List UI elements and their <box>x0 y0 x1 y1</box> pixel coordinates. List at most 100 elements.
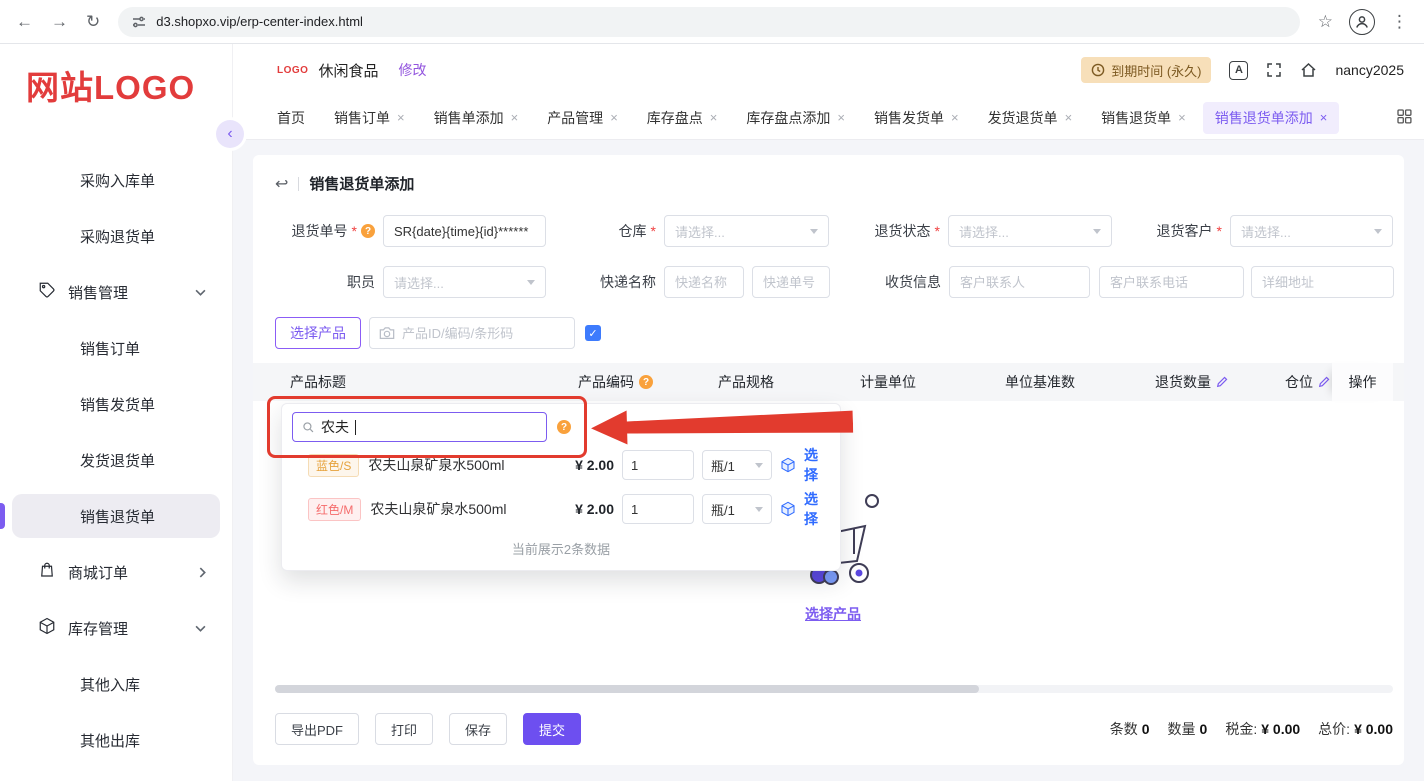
active-menu-indicator <box>0 503 5 529</box>
address-input[interactable] <box>1251 266 1394 298</box>
return-status-select[interactable]: 请选择... <box>948 215 1112 247</box>
return-no-input[interactable] <box>383 215 546 247</box>
sidebar-item-delivery-return-order[interactable]: 发货退货单 <box>0 432 232 488</box>
field-return-no: 退货单号 *? <box>275 215 546 247</box>
tab-inventory-check-add[interactable]: 库存盘点添加 × <box>734 102 857 134</box>
export-pdf-button[interactable]: 导出PDF <box>275 713 360 745</box>
express-name-input[interactable] <box>664 266 744 298</box>
tab-sales-return-order[interactable]: 销售退货单 × <box>1089 102 1198 134</box>
close-icon[interactable]: × <box>1178 111 1186 124</box>
modify-link[interactable]: 修改 <box>398 60 426 80</box>
edit-icon[interactable] <box>1318 376 1330 388</box>
sidebar-item-sales-management[interactable]: 销售管理 <box>0 264 232 320</box>
translate-icon[interactable]: A <box>1229 60 1249 80</box>
browser-menu-icon[interactable]: ⋮ <box>1391 13 1408 30</box>
home-icon[interactable] <box>1300 62 1317 78</box>
chevron-down-icon <box>527 279 535 285</box>
sidebar-item-other-inbound[interactable]: 其他入库 <box>0 656 232 712</box>
bookmark-star-icon[interactable]: ☆ <box>1318 13 1333 30</box>
tab-label: 销售退货单 <box>1101 109 1172 126</box>
help-icon[interactable]: ? <box>557 420 571 434</box>
tab-sales-return-add[interactable]: 销售退货单添加 × <box>1202 101 1340 134</box>
column-product-title: 产品标题 <box>290 374 346 390</box>
product-search-box[interactable] <box>369 317 575 349</box>
tab-sales-order-add[interactable]: 销售单添加 × <box>422 102 531 134</box>
layout-grid-icon[interactable] <box>1397 109 1412 127</box>
sidebar-item-purchase-inbound-order[interactable]: 采购入库单 <box>0 152 232 208</box>
unit-select[interactable]: 瓶/1 <box>702 450 772 480</box>
dropdown-search-input[interactable]: 农夫 <box>292 412 547 442</box>
field-staff: 职员 请选择... <box>275 266 546 298</box>
sidebar-menu: 采购入库单 采购退货单 销售管理 销售订单 销售发货单 发货退货单 销售退货单 … <box>0 152 232 768</box>
close-icon[interactable]: × <box>837 111 845 124</box>
sidebar-item-inventory-management[interactable]: 库存管理 <box>0 600 232 656</box>
return-customer-select[interactable]: 请选择... <box>1230 215 1393 247</box>
tab-label: 产品管理 <box>547 109 604 126</box>
back-arrow-icon[interactable]: ↩ <box>275 174 288 194</box>
tab-home[interactable]: 首页 <box>265 102 317 134</box>
close-icon[interactable]: × <box>1320 111 1328 124</box>
select-product-button[interactable]: 选择产品 <box>275 317 361 349</box>
refresh-icon[interactable]: ↻ <box>86 13 100 30</box>
product-search-input[interactable] <box>402 325 565 341</box>
username[interactable]: nancy2025 <box>1335 62 1404 78</box>
customer-phone-input[interactable] <box>1099 266 1244 298</box>
app-header: LOGO 休闲食品 修改 到期时间 (永久) A nancy2025 <box>233 44 1424 96</box>
fullscreen-icon[interactable] <box>1266 62 1282 78</box>
site-settings-icon[interactable] <box>132 15 146 29</box>
card-footer: 导出PDF 打印 保存 提交 条数 0 数量 0 税金: ¥ 0.00 总价: ¥ 0.… <box>275 713 1393 745</box>
box-icon <box>38 617 56 639</box>
horizontal-scrollbar[interactable] <box>275 685 1393 693</box>
product-toolbar: 选择产品 ✓ <box>253 317 1404 349</box>
submit-button[interactable]: 提交 <box>523 713 582 745</box>
quantity-input[interactable] <box>622 494 694 524</box>
tab-product-management[interactable]: 产品管理 × <box>535 102 630 134</box>
close-icon[interactable]: × <box>511 111 519 124</box>
close-icon[interactable]: × <box>610 111 618 124</box>
shop-logo-icon: LOGO <box>277 64 309 76</box>
tab-sales-delivery-order[interactable]: 销售发货单 × <box>862 102 971 134</box>
quantity-input[interactable] <box>622 450 694 480</box>
close-icon[interactable]: × <box>397 111 405 124</box>
customer-contact-input[interactable] <box>949 266 1090 298</box>
tab-inventory-check[interactable]: 库存盘点 × <box>635 102 730 134</box>
checkbox-checked-icon[interactable]: ✓ <box>585 325 601 341</box>
select-link[interactable]: 选择 <box>804 445 830 485</box>
chevron-down-icon <box>1374 228 1382 234</box>
scrollbar-thumb[interactable] <box>275 685 980 693</box>
back-icon[interactable]: ← <box>16 13 33 30</box>
print-button[interactable]: 打印 <box>375 713 434 745</box>
select-link[interactable]: 选择 <box>804 489 830 529</box>
sidebar-collapse-button[interactable]: ‹ <box>216 120 244 148</box>
forward-icon[interactable]: → <box>51 13 68 30</box>
staff-select[interactable]: 请选择... <box>383 266 546 298</box>
sidebar-item-label: 商城订单 <box>68 564 129 582</box>
empty-select-product-link[interactable]: 选择产品 <box>768 604 898 624</box>
field-receiving: 收货信息 <box>830 266 1394 298</box>
close-icon[interactable]: × <box>1065 111 1073 124</box>
sidebar-item-purchase-return-order[interactable]: 采购退货单 <box>0 208 232 264</box>
required-mark: * <box>351 223 357 239</box>
profile-avatar-icon[interactable] <box>1349 8 1375 35</box>
close-icon[interactable]: × <box>951 111 959 124</box>
sidebar-item-other-outbound[interactable]: 其他出库 <box>0 712 232 768</box>
edit-icon[interactable] <box>1216 376 1228 388</box>
tab-delivery-return-order[interactable]: 发货退货单 × <box>976 102 1085 134</box>
sidebar-item-sales-order[interactable]: 销售订单 <box>0 320 232 376</box>
close-icon[interactable]: × <box>710 111 718 124</box>
product-option-row[interactable]: 红色/M 农夫山泉矿泉水500ml ¥ 2.00 瓶/1 选择 <box>292 488 830 530</box>
sidebar-item-sales-return-order[interactable]: 销售退货单 <box>12 494 220 538</box>
site-logo-text-secondary: LOGO <box>94 69 196 106</box>
unit-select[interactable]: 瓶/1 <box>702 494 772 524</box>
product-option-row[interactable]: 蓝色/S 农夫山泉矿泉水500ml ¥ 2.00 瓶/1 选择 <box>292 444 830 486</box>
sidebar-item-label: 采购入库单 <box>80 172 156 190</box>
sidebar-item-mall-order[interactable]: 商城订单 <box>0 544 232 600</box>
warehouse-select[interactable]: 请选择... <box>664 215 829 247</box>
help-icon[interactable]: ? <box>639 375 653 389</box>
help-icon[interactable]: ? <box>361 224 375 238</box>
sidebar-item-sales-delivery-order[interactable]: 销售发货单 <box>0 376 232 432</box>
save-button[interactable]: 保存 <box>449 713 508 745</box>
tab-sales-order[interactable]: 销售订单 × <box>322 102 417 134</box>
express-no-input[interactable] <box>752 266 830 298</box>
address-bar[interactable]: d3.shopxo.vip/erp-center-index.html <box>118 6 1300 37</box>
